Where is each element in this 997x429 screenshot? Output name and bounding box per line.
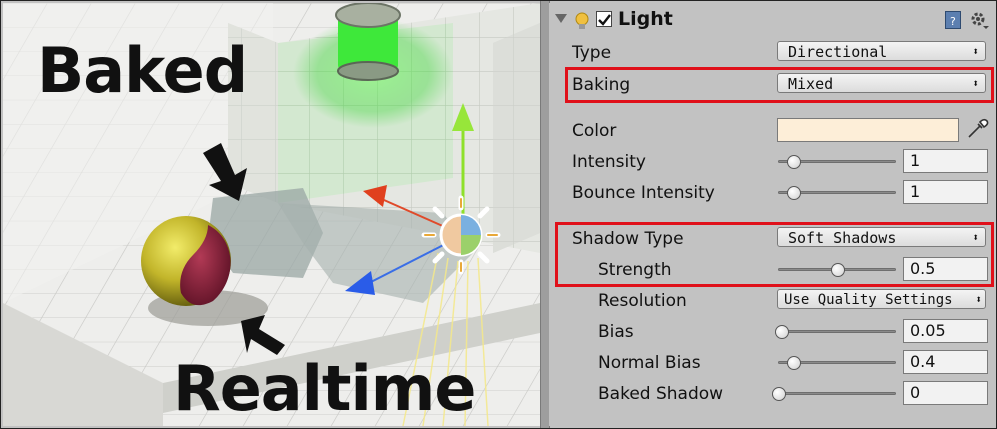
color-swatch[interactable]	[777, 118, 959, 142]
resolution-row: Resolution Use Quality Settings ⬍	[549, 285, 996, 315]
bias-slider-thumb[interactable]	[774, 325, 789, 339]
bounce-intensity-field[interactable]: 1	[903, 180, 988, 204]
bias-row: Bias 0.05	[549, 316, 996, 346]
resolution-label: Resolution	[598, 291, 687, 311]
type-row: Type Directional ⬍	[549, 37, 996, 67]
color-row: Color	[549, 115, 996, 145]
baked-shadow-slider[interactable]	[778, 392, 896, 395]
baked-shadow-slider-thumb[interactable]	[772, 387, 786, 401]
shadow-settings-highlight	[555, 222, 994, 287]
normal-bias-field[interactable]: 0.4	[903, 350, 988, 374]
intensity-slider-thumb[interactable]	[786, 155, 801, 169]
eyedropper-icon[interactable]	[965, 117, 989, 141]
baked-shadow-field[interactable]: 0	[903, 381, 988, 405]
normal-bias-row: Normal Bias 0.4	[549, 347, 996, 377]
bounce-intensity-slider-thumb[interactable]	[786, 186, 801, 200]
intensity-label: Intensity	[572, 152, 646, 172]
bounce-intensity-row: Bounce Intensity 1	[549, 177, 996, 207]
resolution-value: Use Quality Settings	[784, 292, 953, 308]
realtime-annotation: Realtime	[173, 352, 476, 425]
screenshot-frame: Baked Realtime Light ? Type Directional	[0, 0, 997, 429]
type-value: Directional	[788, 43, 888, 61]
baked-shadow-label: Baked Shadow	[598, 384, 724, 404]
svg-text:?: ?	[950, 15, 956, 28]
intensity-row: Intensity 1	[549, 146, 996, 176]
component-header[interactable]: Light ?	[549, 7, 996, 37]
intensity-field[interactable]: 1	[903, 149, 988, 173]
baked-annotation: Baked	[37, 34, 248, 107]
dropdown-arrow-icon: ⬍	[972, 45, 979, 58]
normal-bias-label: Normal Bias	[598, 353, 701, 373]
component-title: Light	[618, 8, 673, 30]
baking-highlight	[565, 67, 994, 103]
bias-label: Bias	[598, 322, 634, 342]
gear-icon[interactable]	[969, 10, 989, 30]
bias-slider[interactable]	[778, 330, 896, 333]
triangle-down-icon[interactable]	[555, 14, 567, 23]
scene-view[interactable]: Baked Realtime	[3, 3, 540, 426]
resolution-dropdown[interactable]: Use Quality Settings ⬍	[777, 289, 986, 309]
dropdown-arrow-icon: ⬍	[975, 293, 982, 306]
help-book-icon[interactable]: ?	[945, 11, 961, 29]
type-dropdown[interactable]: Directional ⬍	[777, 41, 986, 61]
bias-field[interactable]: 0.05	[903, 319, 988, 343]
lightbulb-icon	[575, 12, 589, 30]
bounce-intensity-label: Bounce Intensity	[572, 183, 715, 203]
baked-shadow-row: Baked Shadow 0	[549, 378, 996, 408]
color-label: Color	[572, 121, 617, 141]
light-inspector: Light ? Type Directional ⬍ Baking Mixed ⬍ …	[549, 3, 996, 426]
normal-bias-slider-thumb[interactable]	[787, 356, 802, 370]
type-label: Type	[572, 43, 612, 63]
enabled-checkbox[interactable]	[596, 11, 612, 27]
